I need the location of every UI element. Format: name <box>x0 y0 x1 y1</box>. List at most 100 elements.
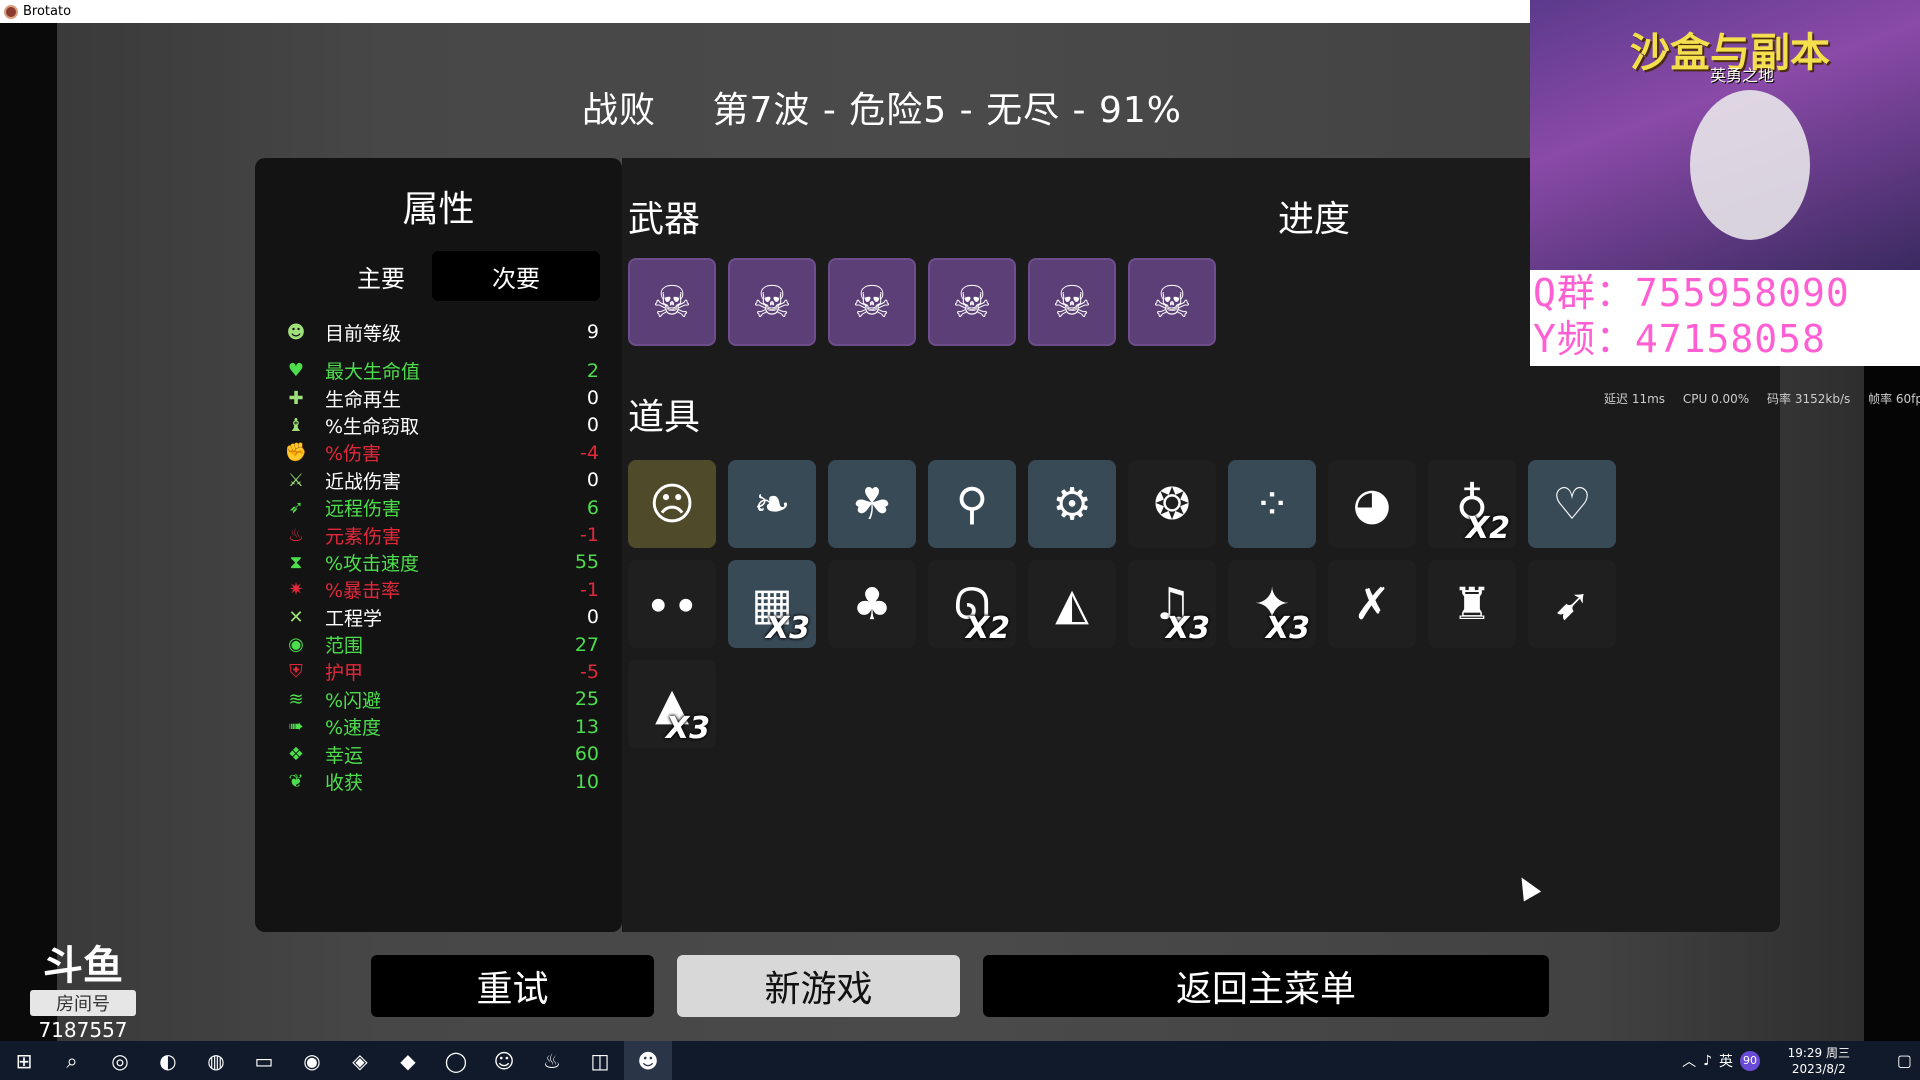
clock-date: 2023/8/2 <box>1791 1062 1846 1076</box>
heart-icon: ♥ <box>287 360 305 382</box>
item-quantity: X2 <box>965 611 1010 646</box>
progress-title: 进度 <box>1278 199 1351 240</box>
lifesteal-icon: ♝ <box>287 414 305 436</box>
stat-value: -4 <box>580 441 599 464</box>
attack-speed-icon: ⧗ <box>289 551 303 573</box>
brotato-icon <box>4 4 18 19</box>
perf-latency: 延迟 11ms <box>1604 392 1666 406</box>
item-slot[interactable]: ⚙ <box>1028 460 1116 548</box>
chevron-up-icon[interactable]: ︿ <box>1682 1051 1696 1071</box>
main-menu-button[interactable]: 返回主菜单 <box>983 955 1549 1017</box>
crit-icon: ✷ <box>288 579 304 601</box>
folder-icon[interactable]: ▭ <box>240 1041 288 1080</box>
game-app-icon[interactable]: ◈ <box>336 1041 384 1080</box>
weapons-grid: ☠ ☠ ☠ ☠ ☠ ☠ <box>628 258 1616 346</box>
perf-fps: 帧率 60fps <box>1868 392 1920 406</box>
item-slot[interactable]: ➹ <box>1528 560 1616 648</box>
window-titlebar[interactable]: Brotato <box>0 0 1530 23</box>
stat-name: 工程学 <box>325 607 383 630</box>
item-slot[interactable]: ☹ <box>628 460 716 548</box>
item-slot[interactable]: ♁ X2 <box>1428 460 1516 548</box>
item-quantity: X2 <box>1465 511 1510 546</box>
eyes-icon: ∙∙ <box>644 578 700 630</box>
search-icon[interactable]: ⌕ <box>48 1041 96 1080</box>
item-slot[interactable]: ♫ X3 <box>1128 560 1216 648</box>
skull-staff-icon[interactable]: ☠ <box>728 258 816 346</box>
item-slot[interactable]: ◕ <box>1328 460 1416 548</box>
window-title: Brotato <box>23 4 72 19</box>
creature-icon: ❂ <box>1153 478 1191 530</box>
stat-row: ❖ 幸运 60 <box>283 740 599 767</box>
items-title: 道具 <box>628 397 701 438</box>
item-slot[interactable]: ♡ <box>1528 460 1616 548</box>
tab-secondary[interactable]: 次要 <box>432 251 600 301</box>
stat-row: ➠ %速度 13 <box>283 713 599 740</box>
item-slot[interactable]: ᘏ X2 <box>928 560 1016 648</box>
browser-icon[interactable]: ◍ <box>192 1041 240 1080</box>
range-icon: ◉ <box>288 634 304 656</box>
tray-badge[interactable]: 90 <box>1740 1050 1760 1071</box>
stat-name: 护甲 <box>325 662 364 685</box>
items-grid: ☹ ❧ ☘ ⚲ ⚙ ❂ ⁘ ◕ ♁ X2 ♡ ∙∙ ▦ X3 ♣ ᘏ X2 ◭ ♫ X3 ✦ X3 ✗ ♜ ➹ ▲ X3 <box>628 460 1616 748</box>
douyu-logo: 斗鱼 <box>43 943 123 989</box>
elemental-icon: ♨ <box>287 524 305 546</box>
damage-icon: ✊ <box>284 442 308 464</box>
stat-value: 9 <box>586 321 599 343</box>
skull-staff-icon[interactable]: ☠ <box>628 258 716 346</box>
item-slot[interactable]: ⁘ <box>1228 460 1316 548</box>
stat-value: 0 <box>586 414 599 437</box>
stat-value: 13 <box>574 715 599 738</box>
item-slot[interactable]: ⚲ <box>928 460 1016 548</box>
item-slot[interactable]: ♜ <box>1428 560 1516 648</box>
spots-icon: ⁘ <box>1253 478 1291 530</box>
stat-name: 远程伤害 <box>325 498 402 521</box>
stat-name: 元素伤害 <box>325 525 402 548</box>
stat-name: 收获 <box>325 772 364 795</box>
stat-row: ✕ 工程学 0 <box>283 604 599 631</box>
stat-name: 近战伤害 <box>325 470 402 493</box>
windows-start-icon[interactable]: ⊞ <box>0 1041 48 1080</box>
item-slot[interactable]: ▦ X3 <box>728 560 816 648</box>
stat-row: ☻ 目前等级 9 <box>283 315 599 349</box>
item-slot[interactable]: ♣ <box>828 560 916 648</box>
edge-icon[interactable]: ◐ <box>144 1041 192 1080</box>
item-slot[interactable]: ✗ <box>1328 560 1416 648</box>
skull-staff-icon[interactable]: ☠ <box>1128 258 1216 346</box>
notification-icon[interactable]: ▢ <box>1897 1051 1912 1070</box>
item-slot[interactable]: ◭ <box>1028 560 1116 648</box>
stat-value: 60 <box>574 743 599 766</box>
item-slot[interactable]: ▲ X3 <box>628 660 716 748</box>
skull-staff-icon[interactable]: ☠ <box>928 258 1016 346</box>
stat-row: ⧗ %攻击速度 55 <box>283 549 599 576</box>
retry-button[interactable]: 重试 <box>371 955 654 1017</box>
stat-name: %生命窃取 <box>325 415 420 438</box>
skull-staff-icon[interactable]: ☠ <box>828 258 916 346</box>
steam-icon[interactable]: ♨ <box>528 1041 576 1080</box>
new-game-button[interactable]: 新游戏 <box>677 955 960 1017</box>
item-slot[interactable]: ✦ X3 <box>1228 560 1316 648</box>
wechat-icon[interactable]: ◉ <box>288 1041 336 1080</box>
zoom-icon[interactable]: ◎ <box>96 1041 144 1080</box>
record-icon[interactable]: ◯ <box>432 1041 480 1080</box>
skull-staff-icon[interactable]: ☠ <box>1028 258 1116 346</box>
machine-icon: ⚙ <box>1052 478 1092 530</box>
tentacle-icon: ❧ <box>753 478 791 530</box>
owl-app-icon[interactable]: ☺ <box>480 1041 528 1080</box>
item-slot[interactable]: ∙∙ <box>628 560 716 648</box>
perf-cpu: CPU 0.00% <box>1682 392 1750 406</box>
volume-icon[interactable]: ♪ <box>1703 1053 1712 1069</box>
stat-name: %速度 <box>325 717 382 740</box>
item-slot[interactable]: ☘ <box>828 460 916 548</box>
luck-icon: ❖ <box>287 743 305 765</box>
game-app-icon-2[interactable]: ◆ <box>384 1041 432 1080</box>
input-language[interactable]: 英 <box>1719 1051 1733 1071</box>
system-tray[interactable]: ︿ ♪ 英 90 <box>1682 1041 1760 1080</box>
brotato-app-icon[interactable]: ☻ <box>624 1041 672 1080</box>
item-slot[interactable]: ❧ <box>728 460 816 548</box>
taskbar-clock[interactable]: 19:29 周三 2023/8/2 <box>1788 1045 1850 1077</box>
item-slot[interactable]: ❂ <box>1128 460 1216 548</box>
stat-value: 0 <box>586 469 599 492</box>
notes-icon[interactable]: ◫ <box>576 1041 624 1080</box>
stat-row: ♝ %生命窃取 0 <box>283 412 599 439</box>
stat-value: -1 <box>580 524 599 547</box>
